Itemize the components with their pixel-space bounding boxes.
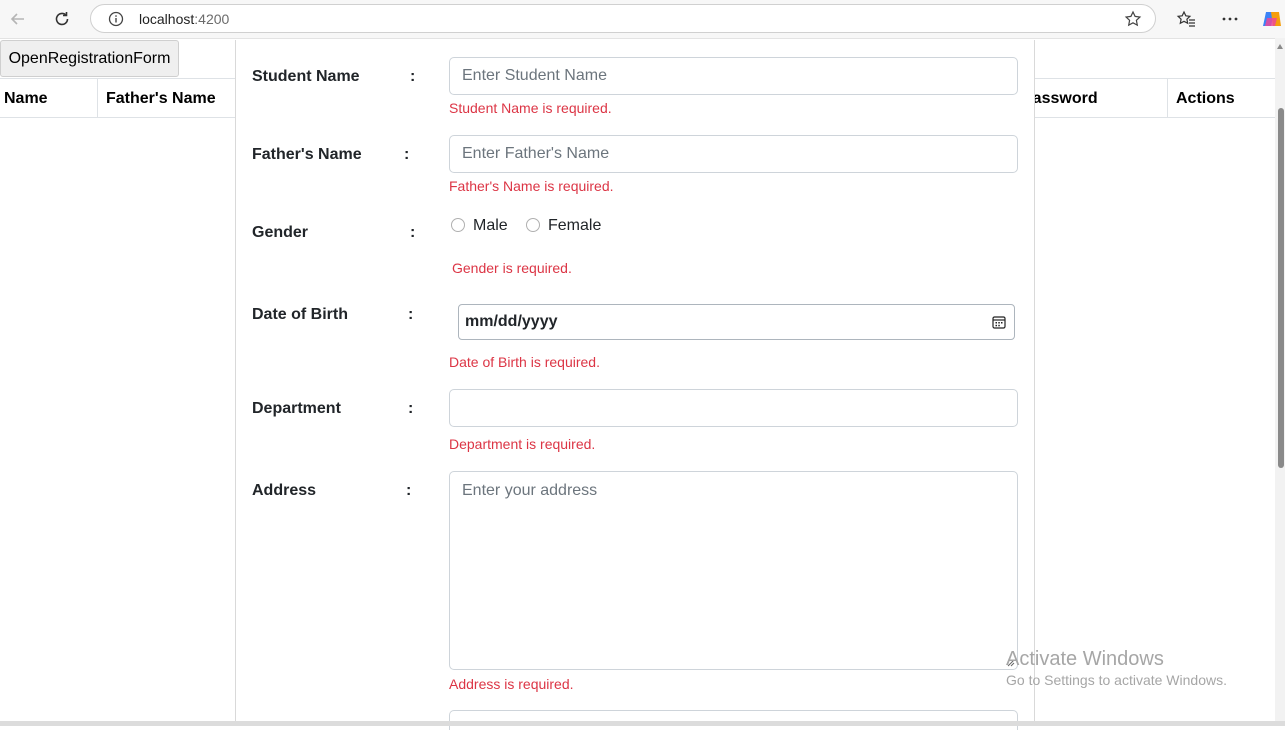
activate-windows-title: Activate Windows: [1006, 648, 1164, 670]
dob-label: Date of Birth: [252, 306, 348, 323]
calendar-icon[interactable]: [992, 315, 1006, 329]
father-name-input[interactable]: Enter Father's Name: [449, 135, 1018, 173]
dob-date-input[interactable]: mm/dd/yyyy: [458, 304, 1015, 340]
copilot-icon[interactable]: [1261, 8, 1283, 30]
gender-label: Gender: [252, 224, 309, 241]
gender-error: Gender is required.: [452, 260, 572, 276]
department-colon: :: [408, 400, 414, 417]
scroll-up-arrow-icon[interactable]: [1277, 44, 1283, 49]
gender-colon: :: [410, 224, 416, 241]
father-name-colon: :: [404, 146, 410, 163]
father-name-label: Father's Name: [252, 146, 362, 163]
browser-toolbar: localhost:4200: [0, 0, 1285, 39]
site-info-icon[interactable]: [108, 11, 124, 27]
favorites-icon[interactable]: [1176, 10, 1196, 28]
gender-female-radio[interactable]: [526, 218, 540, 232]
gender-male-radio[interactable]: [451, 218, 465, 232]
gender-female-label[interactable]: Female: [548, 217, 601, 235]
more-options-icon[interactable]: [1220, 10, 1240, 28]
header-divider: [1167, 79, 1168, 118]
address-error: Address is required.: [449, 676, 574, 692]
back-arrow-icon: [10, 13, 24, 25]
department-error: Department is required.: [449, 436, 596, 452]
url-port: :4200: [194, 11, 230, 27]
scrollbar-thumb[interactable]: [1278, 108, 1284, 468]
favorite-star-icon[interactable]: [1124, 10, 1142, 28]
dob-value: mm/dd/yyyy: [465, 313, 558, 330]
department-label: Department: [252, 400, 341, 417]
open-registration-form-button[interactable]: OpenRegistrationForm: [0, 40, 179, 77]
address-colon: :: [406, 482, 412, 499]
header-father-name: Father's Name: [106, 90, 216, 107]
father-name-placeholder: Enter Father's Name: [462, 145, 610, 162]
header-name: Name: [4, 90, 48, 107]
dob-colon: :: [408, 306, 414, 323]
url-host: localhost: [139, 11, 195, 27]
back-button[interactable]: [6, 7, 30, 31]
address-label: Address: [252, 482, 317, 499]
reload-icon: [55, 12, 69, 26]
activate-windows-subtitle: Go to Settings to activate Windows.: [1006, 672, 1227, 688]
department-input[interactable]: [449, 389, 1018, 427]
student-name-colon: :: [410, 68, 416, 85]
gender-male-label[interactable]: Male: [473, 217, 508, 235]
address-textarea[interactable]: Enter your address: [449, 471, 1018, 670]
reload-button[interactable]: [50, 7, 74, 31]
student-name-label: Student Name: [252, 68, 360, 85]
student-name-placeholder: Enter Student Name: [462, 67, 607, 84]
bottom-edge-bar: [0, 721, 1285, 726]
header-actions: Actions: [1176, 90, 1235, 107]
address-placeholder: Enter your address: [462, 482, 598, 499]
url-text: localhost:4200: [139, 11, 229, 27]
father-name-error: Father's Name is required.: [449, 178, 614, 194]
header-divider: [97, 79, 98, 118]
registration-form-modal: Student Name : Enter Student Name Studen…: [235, 40, 1035, 730]
student-name-error: Student Name is required.: [449, 100, 612, 116]
next-form-field[interactable]: [449, 710, 1018, 730]
address-bar[interactable]: localhost:4200: [90, 4, 1156, 33]
student-name-input[interactable]: Enter Student Name: [449, 57, 1018, 95]
dob-error: Date of Birth is required.: [449, 354, 600, 370]
